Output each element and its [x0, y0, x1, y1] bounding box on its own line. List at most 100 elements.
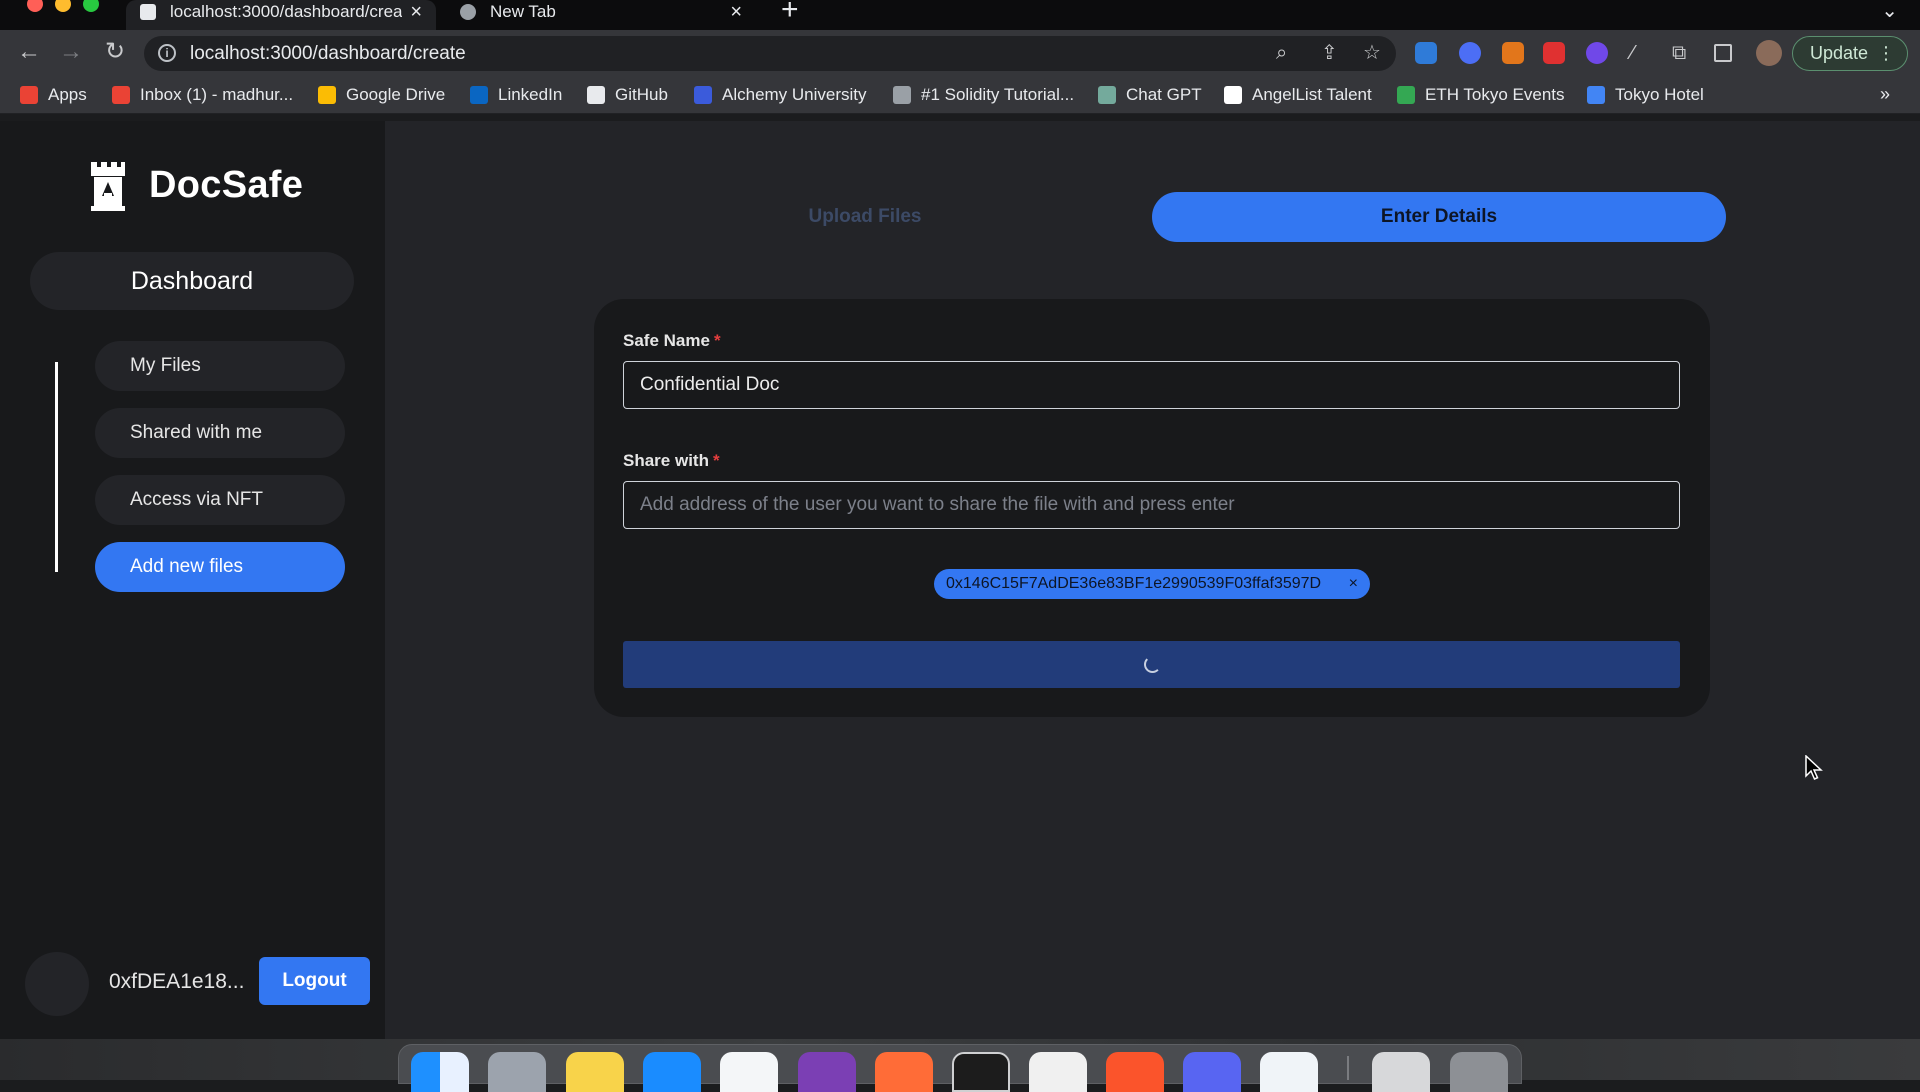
gmail-icon [112, 86, 130, 104]
bookmark-alchemy[interactable]: Alchemy University [694, 84, 867, 106]
address-bar[interactable]: i localhost:3000/dashboard/create [144, 36, 1396, 71]
bookmark-label: Tokyo Hotel [1615, 85, 1704, 104]
chatgpt-icon [1098, 86, 1116, 104]
safe-name-label-text: Safe Name [623, 331, 710, 350]
linkedin-icon [470, 86, 488, 104]
metamask-icon[interactable] [1502, 42, 1524, 64]
info-icon[interactable]: i [158, 44, 176, 62]
reload-icon[interactable]: ↻ [99, 36, 131, 68]
bookmark-angellist[interactable]: AngelList Talent [1224, 84, 1372, 106]
bookmark-solidity[interactable]: #1 Solidity Tutorial... [893, 84, 1074, 106]
extension-icon[interactable] [1543, 42, 1565, 64]
vscode-icon[interactable] [720, 1052, 778, 1092]
bookmark-label: Inbox (1) - madhur... [140, 85, 294, 104]
bookmark-label: Chat GPT [1126, 85, 1202, 104]
pen-icon[interactable]: ⁄ [1631, 43, 1634, 63]
brave-icon[interactable] [1106, 1052, 1164, 1092]
logout-button[interactable]: Logout [259, 957, 370, 1005]
eth-tokyo-icon [1397, 86, 1415, 104]
safe-name-label: Safe Name * [623, 331, 721, 351]
bookmark-label: Alchemy University [722, 85, 867, 104]
bookmark-label: ETH Tokyo Events [1425, 85, 1565, 104]
sidebar-item-add-new-files[interactable]: Add new files [95, 542, 345, 592]
chrome-icon[interactable] [1029, 1052, 1087, 1092]
angellist-icon [1224, 86, 1242, 104]
mouse-cursor-icon [1805, 755, 1823, 780]
bookmark-linkedin[interactable]: LinkedIn [470, 84, 562, 106]
sidebar-item-my-files[interactable]: My Files [95, 341, 345, 391]
trash-icon[interactable] [1450, 1052, 1508, 1092]
update-label: Update [1810, 43, 1869, 63]
user-address: 0xfDEA1e18... [109, 970, 245, 993]
docsafe-dock-icon[interactable] [1372, 1052, 1430, 1092]
brand-name: DocSafe [149, 164, 304, 206]
postman-icon[interactable] [875, 1052, 933, 1092]
finder-icon[interactable] [411, 1052, 469, 1092]
google-drive-icon [318, 86, 336, 104]
github-icon [587, 86, 605, 104]
remove-tag-icon[interactable]: × [1349, 569, 1358, 599]
dashboard-button[interactable]: Dashboard [30, 252, 354, 310]
sidebar-item-shared-with-me[interactable]: Shared with me [95, 408, 345, 458]
castle-logo-icon [91, 162, 125, 211]
tab-title: localhost:3000/dashboard/create [170, 2, 403, 21]
tab-new-tab[interactable]: New Tab × [446, 0, 756, 30]
bookmark-chatgpt[interactable]: Chat GPT [1098, 84, 1202, 106]
chrome-icon [460, 4, 476, 20]
more-vertical-icon[interactable]: ⋮ [1877, 37, 1895, 70]
bookmark-label: Apps [48, 85, 87, 104]
terminal-icon[interactable] [952, 1052, 1010, 1092]
back-arrow-icon[interactable]: ← [13, 36, 45, 68]
alchemy-icon [694, 86, 712, 104]
chevron-down-icon[interactable]: ⌄ [1881, 0, 1898, 23]
bookmark-github[interactable]: GitHub [587, 84, 668, 106]
bookmark-label: LinkedIn [498, 85, 563, 104]
side-panel-icon[interactable] [1714, 44, 1732, 62]
forward-arrow-icon[interactable]: → [55, 36, 87, 68]
required-mark: * [712, 451, 720, 470]
notes-icon[interactable] [566, 1052, 624, 1092]
spinner-icon [1144, 656, 1161, 673]
step-enter-details[interactable]: Enter Details [1152, 192, 1726, 242]
apps-grid-icon [20, 86, 38, 104]
tokyo-hotel-icon [1587, 86, 1605, 104]
launchpad-icon[interactable] [488, 1052, 546, 1092]
star-icon[interactable]: ☆ [1363, 43, 1381, 63]
tab-title: New Tab [490, 2, 556, 21]
extension-icon[interactable] [1586, 42, 1608, 64]
shared-address-text: 0x146C15F7AdDE36e83BF1e2990539F03ffaf359… [946, 575, 1322, 592]
app-store-icon[interactable] [643, 1052, 701, 1092]
zoom-icon[interactable]: ⌕ [1276, 43, 1287, 63]
bookmark-eth-tokyo[interactable]: ETH Tokyo Events [1397, 84, 1565, 106]
share-icon[interactable]: ⇪ [1321, 43, 1338, 63]
bookmark-apps-grid[interactable]: Apps [20, 84, 87, 106]
share-with-label-text: Share with [623, 451, 709, 470]
step-upload-files[interactable]: Upload Files [745, 192, 985, 242]
tab-active[interactable]: localhost:3000/dashboard/create × [126, 0, 436, 30]
close-icon[interactable]: × [410, 2, 422, 22]
nav-rail [55, 362, 58, 572]
share-with-label: Share with * [623, 451, 720, 471]
bookmark-google-drive[interactable]: Google Drive [318, 84, 445, 106]
chevron-double-right-icon[interactable]: » [1880, 84, 1890, 105]
extension-icon[interactable] [1415, 42, 1437, 64]
profile-avatar-icon[interactable] [1756, 40, 1782, 66]
solidity-icon [893, 86, 911, 104]
extension-icon[interactable] [1459, 42, 1481, 64]
url-text[interactable]: localhost:3000/dashboard/create [190, 43, 466, 65]
bookmark-gmail[interactable]: Inbox (1) - madhur... [112, 84, 293, 106]
new-tab-plus-icon[interactable]: + [781, 0, 799, 25]
safe-name-input[interactable] [623, 361, 1680, 409]
bookmark-tokyo-hotel[interactable]: Tokyo Hotel [1587, 84, 1704, 106]
bookmark-label: #1 Solidity Tutorial... [921, 85, 1075, 104]
close-icon[interactable]: × [730, 2, 742, 22]
sidebar-item-access-via-nft[interactable]: Access via NFT [95, 475, 345, 525]
puzzle-icon[interactable]: ⧉ [1672, 43, 1686, 63]
share-with-input[interactable] [623, 481, 1680, 529]
dock-separator [1347, 1056, 1349, 1080]
bookmark-label: Google Drive [346, 85, 446, 104]
github-desktop-icon[interactable] [798, 1052, 856, 1092]
telegram-icon[interactable] [1260, 1052, 1318, 1092]
update-button[interactable]: Update ⋮ [1792, 36, 1908, 71]
discord-icon[interactable] [1183, 1052, 1241, 1092]
